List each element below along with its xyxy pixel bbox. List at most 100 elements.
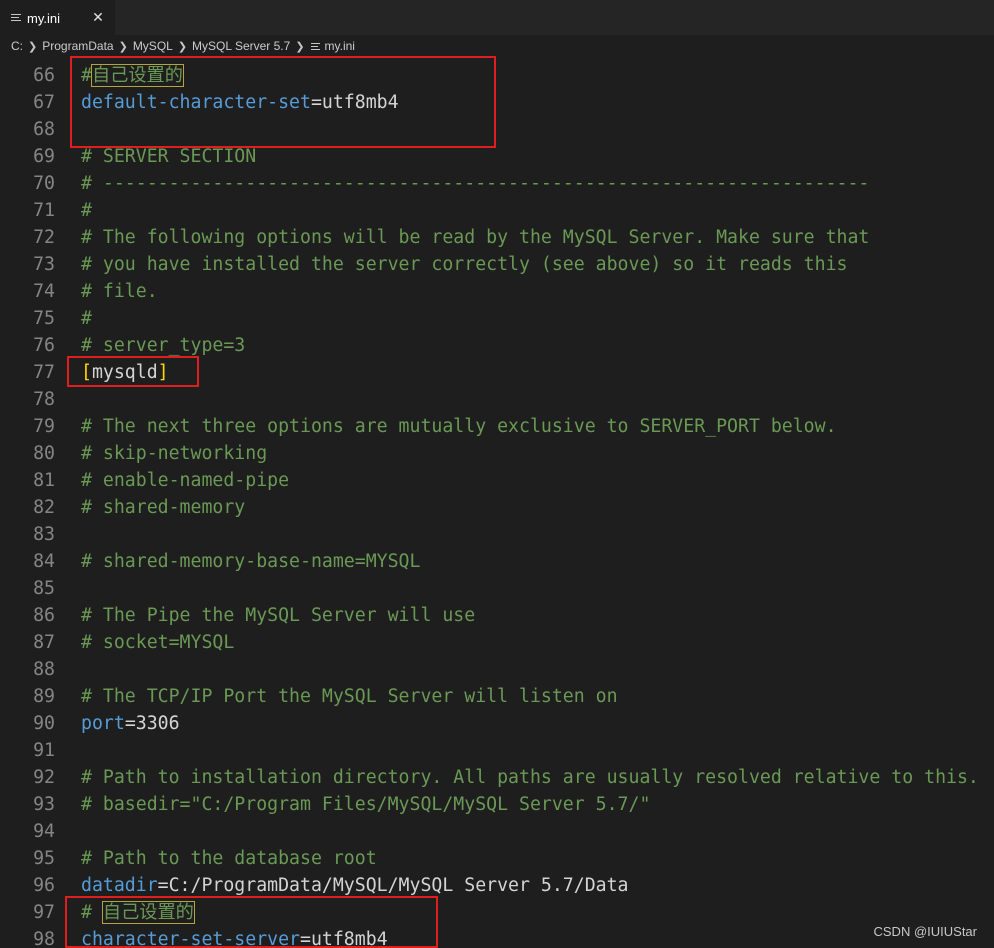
file-lines-icon (310, 41, 321, 52)
line-number: 96 (33, 874, 55, 896)
line-code: # (81, 197, 92, 224)
line-number: 66 (33, 64, 55, 86)
line-number: 98 (33, 928, 55, 948)
code-line[interactable]: 73 # you have installed the server correc… (0, 251, 994, 278)
line-number: 90 (33, 712, 55, 734)
line-number: 89 (33, 685, 55, 707)
line-number: 72 (33, 226, 55, 248)
line-code: # file. (81, 278, 158, 305)
code-line[interactable]: 90 port=3306 (0, 710, 994, 737)
line-number: 83 (33, 523, 55, 545)
line-code: # enable-named-pipe (81, 467, 289, 494)
code-line[interactable]: 67 default-character-set=utf8mb4 (0, 89, 994, 116)
code-token: # The next three options are mutually ex… (81, 415, 837, 437)
code-line[interactable]: 66 #自己设置的 (0, 62, 994, 89)
breadcrumb-item-programdata[interactable]: ProgramData (42, 39, 113, 53)
code-line[interactable]: 86 # The Pipe the MySQL Server will use (0, 602, 994, 629)
line-code: #自己设置的 (81, 62, 184, 89)
code-token: # (81, 307, 92, 329)
code-line[interactable]: 81 # enable-named-pipe (0, 467, 994, 494)
code-token: [ (81, 361, 92, 383)
code-line[interactable]: 91 (0, 737, 994, 764)
line-number: 95 (33, 847, 55, 869)
code-line[interactable]: 83 (0, 521, 994, 548)
line-code: # server_type=3 (81, 332, 245, 359)
code-token: # --------------------------------------… (81, 172, 870, 194)
code-line[interactable]: 78 (0, 386, 994, 413)
code-line[interactable]: 88 (0, 656, 994, 683)
code-line[interactable]: 68 (0, 116, 994, 143)
breadcrumb-item-file[interactable]: my.ini (325, 39, 355, 53)
code-token: # socket=MYSQL (81, 631, 235, 653)
line-code: # Path to installation directory. All pa… (81, 764, 979, 791)
line-code: port=3306 (81, 710, 180, 737)
line-number: 88 (33, 658, 55, 680)
code-line[interactable]: 93 # basedir="C:/Program Files/MySQL/MySQ… (0, 791, 994, 818)
code-line[interactable]: 77 [mysqld] (0, 359, 994, 386)
code-token: # server_type=3 (81, 334, 246, 356)
code-token: datadir (81, 874, 158, 896)
code-line[interactable]: 71 # (0, 197, 994, 224)
line-number: 74 (33, 280, 55, 302)
line-code: datadir=C:/ProgramData/MySQL/MySQL Serve… (81, 872, 629, 899)
line-number: 80 (33, 442, 55, 464)
code-line[interactable]: 95 # Path to the database root (0, 845, 994, 872)
line-code: # skip-networking (81, 440, 267, 467)
chevron-right-icon: ❯ (177, 40, 188, 53)
line-code: # SERVER SECTION (81, 143, 256, 170)
line-code: [mysqld] (81, 359, 169, 386)
code-token: # The TCP/IP Port the MySQL Server will … (81, 685, 618, 707)
tab-bar: my.ini ✕ (0, 0, 994, 35)
code-editor[interactable]: 66 #自己设置的 67 default-character-set=utf8mb4 6… (0, 60, 994, 948)
code-token: mysqld (91, 361, 158, 383)
line-code: # The next three options are mutually ex… (81, 413, 837, 440)
code-line[interactable]: 84 # shared-memory-base-name=MYSQL (0, 548, 994, 575)
code-token: character-set-server (81, 928, 300, 948)
line-number: 92 (33, 766, 55, 788)
code-line[interactable]: 85 (0, 575, 994, 602)
breadcrumb-item-mysql-server[interactable]: MySQL Server 5.7 (192, 39, 290, 53)
breadcrumb: C: ❯ ProgramData ❯ MySQL ❯ MySQL Server … (0, 35, 994, 57)
code-token: 3306 (135, 712, 180, 734)
breadcrumb-item-drive[interactable]: C: (11, 39, 23, 53)
code-line[interactable]: 82 # shared-memory (0, 494, 994, 521)
code-line[interactable]: 96 datadir=C:/ProgramData/MySQL/MySQL Ser… (0, 872, 994, 899)
line-number: 81 (33, 469, 55, 491)
code-token: # skip-networking (81, 442, 268, 464)
code-line[interactable]: 87 # socket=MYSQL (0, 629, 994, 656)
line-code: # The Pipe the MySQL Server will use (81, 602, 475, 629)
code-token: = (300, 928, 311, 948)
code-token: default-character-set (81, 91, 311, 113)
code-line[interactable]: 89 # The TCP/IP Port the MySQL Server wil… (0, 683, 994, 710)
code-line[interactable]: 74 # file. (0, 278, 994, 305)
line-number: 93 (33, 793, 55, 815)
code-line[interactable]: 79 # The next three options are mutually … (0, 413, 994, 440)
line-number: 69 (33, 145, 55, 167)
code-token: C:/ProgramData/MySQL/MySQL Server 5.7/Da… (168, 874, 629, 896)
line-number: 84 (33, 550, 55, 572)
line-number: 75 (33, 307, 55, 329)
code-line[interactable]: 75 # (0, 305, 994, 332)
code-line[interactable]: 70 # ------------------------------------… (0, 170, 994, 197)
code-line[interactable]: 76 # server_type=3 (0, 332, 994, 359)
breadcrumb-item-mysql[interactable]: MySQL (133, 39, 173, 53)
code-line[interactable]: 69 # SERVER SECTION (0, 143, 994, 170)
line-number: 79 (33, 415, 55, 437)
code-line[interactable]: 92 # Path to installation directory. All … (0, 764, 994, 791)
chevron-right-icon: ❯ (118, 40, 128, 53)
code-line[interactable]: 98 character-set-server=utf8mb4 (0, 926, 994, 948)
code-line[interactable]: 80 # skip-networking (0, 440, 994, 467)
line-number: 85 (33, 577, 55, 599)
code-token: # The following options will be read by … (81, 226, 870, 248)
line-number: 71 (33, 199, 55, 221)
close-icon[interactable]: ✕ (89, 9, 107, 27)
line-code: # shared-memory (81, 494, 245, 521)
line-number: 91 (33, 739, 55, 761)
code-token: = (157, 874, 169, 896)
tab-my-ini[interactable]: my.ini ✕ (0, 0, 115, 35)
code-line[interactable]: 94 (0, 818, 994, 845)
line-number: 77 (33, 361, 55, 383)
code-line[interactable]: 97 # 自己设置的 (0, 899, 994, 926)
code-line[interactable]: 72 # The following options will be read b… (0, 224, 994, 251)
code-token: # file. (81, 280, 158, 302)
